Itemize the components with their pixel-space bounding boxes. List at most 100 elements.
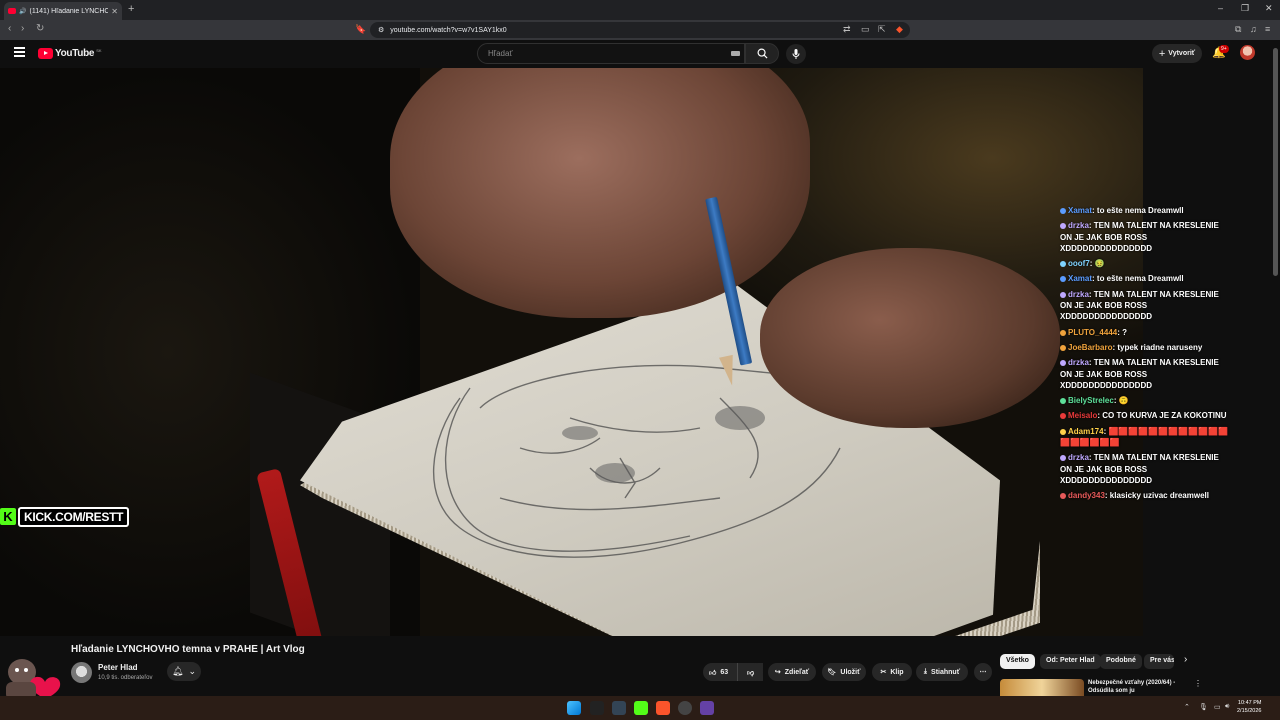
create-button[interactable]: + Vytvoriť: [1152, 44, 1202, 63]
search-input[interactable]: Hľadať: [477, 43, 745, 64]
chevron-right-icon[interactable]: ›: [1184, 654, 1187, 665]
chat-badge-icon: [1060, 413, 1066, 420]
taskbar-clock[interactable]: 10:47 PM 2/15/2026: [1237, 699, 1261, 715]
tray-network-icon[interactable]: ▭: [1214, 703, 1221, 711]
user-avatar[interactable]: [1240, 45, 1255, 60]
chat-badge-icon: [1060, 207, 1066, 214]
youtube-logo[interactable]: YouTube SK: [38, 48, 102, 59]
hamburger-menu-icon[interactable]: [14, 47, 25, 57]
chip-for-you[interactable]: Pre vás: [1144, 654, 1174, 669]
microphone-icon: [792, 49, 800, 59]
url-text: youtube.com/watch?v=w7v1SAY1kx0: [390, 26, 507, 34]
chat-username: JoeBarbaro: [1068, 342, 1113, 352]
chat-message: Meisalo: CO TO KURVA JE ZA KOKOTINU: [1060, 410, 1230, 421]
share-label: Zdieľať: [784, 668, 810, 676]
country-code: SK: [96, 48, 102, 53]
video-player[interactable]: [0, 68, 1143, 636]
chat-message: Adam174: 🟥🟥🟥🟥🟥🟥🟥🟥🟥🟥🟥🟥🟥🟥🟥🟥🟥🟥: [1060, 426, 1230, 449]
chat-badge-icon: [1060, 428, 1066, 435]
translate-icon[interactable]: ⇄: [843, 24, 851, 35]
close-tab-icon[interactable]: ✕: [111, 7, 118, 16]
close-window-icon[interactable]: ✕: [1265, 3, 1273, 14]
search-button[interactable]: [745, 43, 779, 64]
channel-avatar[interactable]: [71, 662, 92, 683]
share-icon: ↪: [774, 669, 781, 676]
chat-badge-icon: [1060, 291, 1066, 298]
like-count: 63: [720, 668, 729, 676]
app-icon-1[interactable]: [590, 701, 604, 715]
download-button[interactable]: ⤓ Stiahnuť: [916, 663, 968, 681]
chevron-down-icon: ⌄: [188, 666, 196, 676]
streamer-mascot-overlay: [6, 659, 61, 700]
app-icon-6[interactable]: [700, 701, 714, 715]
clip-label: Klip: [890, 668, 904, 676]
logo-text: YouTube: [55, 48, 95, 59]
clip-button[interactable]: ✂ Klip: [872, 663, 912, 681]
chat-text: CO TO KURVA JE ZA KOKOTINU: [1102, 411, 1227, 421]
chat-badge-icon: [1060, 329, 1066, 336]
share-button[interactable]: ↪ Zdieľať: [768, 663, 816, 681]
download-label: Stiahnuť: [931, 668, 961, 676]
scrollbar-thumb[interactable]: [1273, 48, 1278, 276]
extensions-icon[interactable]: ⧉: [1235, 24, 1241, 35]
scissors-icon: ✂: [880, 669, 887, 676]
create-label: Vytvoriť: [1168, 50, 1196, 57]
chat-username: dandy343: [1068, 491, 1105, 501]
site-info-icon[interactable]: ⚙: [378, 26, 384, 34]
dislike-button[interactable]: 👎︎: [737, 663, 763, 681]
download-icon: ⤓: [923, 668, 928, 675]
plus-icon: +: [1158, 47, 1166, 60]
minimize-icon[interactable]: –: [1218, 3, 1223, 13]
audio-icon[interactable]: 🔊: [19, 8, 26, 15]
chat-overlay: Xamat: to ešte nema Dreamwll drzka: TEN M…: [1060, 205, 1230, 506]
thumbs-down-icon: 👎︎: [746, 669, 755, 677]
bookmark-icon[interactable]: 🔖: [355, 24, 366, 35]
media-icon[interactable]: ♫: [1250, 24, 1257, 34]
clock-time: 10:47 PM: [1237, 700, 1262, 706]
more-vertical-icon[interactable]: ⋮: [1194, 679, 1202, 688]
new-tab-button[interactable]: +: [128, 3, 134, 15]
forward-icon[interactable]: ›: [21, 23, 24, 34]
browser-tab[interactable]: 🔊 (1141) Hľadanie LYNCHOVHO ✕: [4, 2, 122, 20]
more-actions-button[interactable]: ⋯: [974, 663, 992, 681]
subscriber-count: 10,9 tis. odberateľov: [98, 675, 153, 681]
subscription-bell-button[interactable]: 🔔︎ ⌄: [167, 662, 201, 681]
bell-icon: 🔔︎: [172, 666, 184, 676]
tray-chevron-icon[interactable]: ⌃: [1184, 703, 1190, 711]
app-icon-5[interactable]: [678, 701, 692, 715]
brave-browser-icon[interactable]: [656, 701, 670, 715]
address-bar[interactable]: ⚙ youtube.com/watch?v=w7v1SAY1kx0: [370, 22, 910, 38]
brave-shield-icon[interactable]: ◆: [896, 24, 903, 35]
chat-message: Xamat: to ešte nema Dreamwll: [1060, 205, 1230, 216]
keyboard-icon[interactable]: [731, 51, 740, 56]
channel-name[interactable]: Peter Hlad: [98, 663, 138, 672]
share-page-icon[interactable]: ⇱: [878, 24, 886, 35]
save-button[interactable]: 🔖︎ Uložiť: [822, 663, 866, 681]
clock-date: 2/15/2026: [1237, 708, 1262, 714]
notifications-badge: 9+: [1219, 45, 1229, 53]
chat-message: ooof7: 🤢: [1060, 258, 1230, 269]
maximize-icon[interactable]: ❐: [1241, 3, 1249, 14]
browser-menu-icon[interactable]: ≡: [1265, 24, 1270, 34]
chat-badge-icon: [1060, 344, 1066, 351]
cast-icon[interactable]: ▭: [861, 24, 870, 35]
chat-badge-icon: [1060, 360, 1066, 367]
kick-overlay: K KICK.COM/RESTT: [0, 506, 130, 527]
app-icon-2[interactable]: [612, 701, 626, 715]
kick-app-icon[interactable]: [634, 701, 648, 715]
tray-mic-icon[interactable]: 🎙︎: [1199, 703, 1208, 711]
windows-start-icon[interactable]: [567, 701, 581, 715]
chat-badge-icon: [1060, 223, 1066, 230]
chat-message: drzka: TEN MA TALENT NA KRESLENIE ON JE …: [1060, 289, 1230, 323]
voice-search-button[interactable]: [786, 44, 806, 64]
chip-all[interactable]: Všetko: [1000, 654, 1035, 669]
chip-from-channel[interactable]: Od: Peter Hlad: [1040, 654, 1101, 669]
tray-volume-icon[interactable]: 🔊︎: [1225, 703, 1229, 711]
chat-text: 🤢: [1094, 259, 1105, 269]
reload-icon[interactable]: ↻: [36, 23, 44, 34]
chat-text: to ešte nema Dreamwll: [1096, 274, 1184, 284]
chip-similar[interactable]: Podobné: [1100, 654, 1142, 669]
back-icon[interactable]: ‹: [8, 23, 11, 34]
chat-badge-icon: [1060, 276, 1066, 283]
recommendation-title[interactable]: Nebezpečné vzťahy (2020/64) - Odsúdila s…: [1088, 679, 1188, 695]
